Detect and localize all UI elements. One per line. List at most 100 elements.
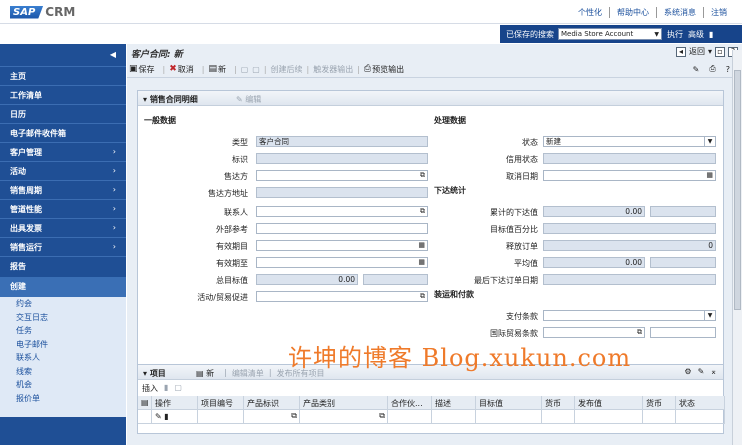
value-help-icon[interactable]: ⧉	[420, 207, 425, 216]
currency-cell[interactable]	[643, 410, 676, 423]
column-header[interactable]: 状态	[676, 396, 725, 409]
campaign-input[interactable]: ⧉	[256, 291, 428, 302]
scrollbar-thumb[interactable]	[734, 70, 741, 310]
calendar-icon[interactable]: ▦	[706, 171, 713, 180]
cancel-date-input[interactable]: ▦	[543, 170, 716, 181]
system-messages-link[interactable]: 系统消息	[656, 7, 703, 18]
edit-row-icon[interactable]: ✎	[155, 412, 162, 421]
column-header[interactable]: 发布值	[575, 396, 643, 409]
valid-from-input[interactable]: ▦	[256, 240, 428, 251]
nav-item-billing[interactable]: 出具发票 ›	[0, 218, 126, 237]
chevron-down-icon[interactable]: ▾	[708, 47, 712, 56]
copy-icon[interactable]: ▢	[252, 65, 260, 74]
target-value-cell[interactable]	[476, 410, 542, 423]
nav-collapse[interactable]: ◀	[0, 44, 126, 66]
pencil-icon[interactable]: ✎	[698, 367, 705, 376]
nav-item-worklist[interactable]: 工作清单	[0, 85, 126, 104]
value-help-icon[interactable]: ⧉	[420, 292, 425, 301]
payment-terms-select[interactable]: ▼	[543, 310, 716, 321]
nav-item-reports[interactable]: 报告	[0, 256, 126, 275]
help-center-link[interactable]: 帮助中心	[609, 7, 656, 18]
new-button[interactable]: ▤ 新	[208, 64, 230, 75]
contact-input[interactable]: ⧉	[256, 206, 428, 217]
trigger-output-button[interactable]: 触发器输出	[313, 64, 353, 75]
collapse-arrow-icon[interactable]: ◀	[110, 50, 116, 59]
preview-output-button[interactable]: ⎙ 预览输出	[364, 64, 408, 75]
nav-item-pipeline-performance[interactable]: 管道性能 ›	[0, 199, 126, 218]
create-contact-link[interactable]: 联系人	[0, 351, 126, 365]
column-header[interactable]: 描述	[432, 396, 476, 409]
nav-item-sales-cycle[interactable]: 销售周期 ›	[0, 180, 126, 199]
item-number-cell[interactable]	[198, 410, 244, 423]
status-select[interactable]: 新建 ▼	[543, 136, 716, 147]
column-header[interactable]: 合作伙...	[388, 396, 432, 409]
personalize-link[interactable]: 个性化	[571, 7, 609, 18]
print-icon[interactable]: ⎙	[709, 64, 715, 74]
column-header[interactable]: 货币	[643, 396, 676, 409]
calendar-icon[interactable]: ▦	[418, 258, 425, 267]
calendar-icon[interactable]: ▦	[418, 241, 425, 250]
pencil-icon[interactable]: ✎	[693, 64, 700, 74]
help-icon[interactable]: ?	[726, 64, 730, 74]
trash-icon[interactable]: ▮	[709, 30, 713, 39]
vertical-scrollbar[interactable]	[732, 50, 742, 445]
column-header[interactable]: 项目编号	[198, 396, 244, 409]
nav-item-calendar[interactable]: 日历	[0, 104, 126, 123]
create-followup-button[interactable]: 创建后续	[271, 64, 303, 75]
maximize-icon[interactable]: ▫	[715, 46, 725, 57]
nav-item-home[interactable]: 主页	[0, 66, 126, 85]
column-header[interactable]: 货币	[542, 396, 575, 409]
edit-list-button[interactable]: 编辑清单	[232, 368, 264, 379]
status-cell[interactable]	[676, 410, 725, 423]
incoterms-input[interactable]: ⧉	[543, 327, 645, 338]
execute-button[interactable]: 执行	[667, 29, 683, 40]
insert-button[interactable]: 插入	[142, 383, 158, 393]
column-header[interactable]: 产品类别	[300, 396, 388, 409]
copy-icon[interactable]: ▢	[174, 383, 182, 392]
sold-to-input[interactable]: ⧉	[256, 170, 428, 181]
value-help-icon[interactable]: ⧉	[291, 411, 297, 421]
nav-item-email-inbox[interactable]: 电子邮件收件箱	[0, 123, 126, 142]
trash-icon[interactable]: ▮	[164, 383, 168, 392]
column-header[interactable]: 目标值	[476, 396, 542, 409]
logout-link[interactable]: 注销	[703, 7, 734, 18]
items-new-button[interactable]: ▤ 新	[196, 368, 219, 379]
nav-item-account-management[interactable]: 客户管理 ›	[0, 142, 126, 161]
row-select-cell[interactable]	[138, 410, 152, 423]
product-id-cell[interactable]: ⧉	[244, 410, 300, 423]
save-button[interactable]: ▣ 保存	[129, 64, 159, 75]
currency-cell[interactable]	[542, 410, 575, 423]
cancel-button[interactable]: ✖ 取消	[169, 64, 198, 75]
partner-cell[interactable]	[388, 410, 432, 423]
collapse-icon[interactable]: ⌅	[710, 367, 717, 376]
panel-title[interactable]: ▾ 销售合同明细	[143, 94, 198, 105]
create-task-link[interactable]: 任务	[0, 324, 126, 338]
value-help-icon[interactable]: ⧉	[420, 171, 425, 180]
edit-button[interactable]: ✎ 编辑	[236, 94, 261, 105]
row-select-icon[interactable]: ▤	[138, 396, 152, 409]
nav-item-activities[interactable]: 活动 ›	[0, 161, 126, 180]
description-cell[interactable]	[432, 410, 476, 423]
product-category-cell[interactable]: ⧉	[300, 410, 388, 423]
items-title[interactable]: ▾ 项目	[143, 368, 166, 379]
release-value-cell[interactable]	[575, 410, 643, 423]
create-lead-link[interactable]: 线索	[0, 365, 126, 379]
value-help-icon[interactable]: ⧉	[637, 328, 642, 337]
create-interaction-log-link[interactable]: 交互日志	[0, 311, 126, 325]
external-reference-input[interactable]	[256, 223, 428, 234]
value-help-icon[interactable]: ⧉	[379, 411, 385, 421]
settings-icon[interactable]: ⚙	[684, 367, 691, 376]
delete-icon[interactable]: ▢	[241, 65, 249, 74]
valid-to-input[interactable]: ▦	[256, 257, 428, 268]
nav-item-sales-operations[interactable]: 销售运行 ›	[0, 237, 126, 256]
back-button[interactable]: 返回	[689, 46, 705, 57]
create-opportunity-link[interactable]: 机会	[0, 378, 126, 392]
column-header[interactable]: 产品标识	[244, 396, 300, 409]
create-appointment-link[interactable]: 约会	[0, 297, 126, 311]
advanced-button[interactable]: 高级	[688, 29, 704, 40]
create-email-link[interactable]: 电子邮件	[0, 338, 126, 352]
back-arrow-icon[interactable]: ◂	[675, 46, 686, 57]
incoterms-location-input[interactable]	[650, 327, 716, 338]
delete-row-icon[interactable]: ▮	[164, 412, 168, 421]
create-quotation-link[interactable]: 报价单	[0, 392, 126, 406]
